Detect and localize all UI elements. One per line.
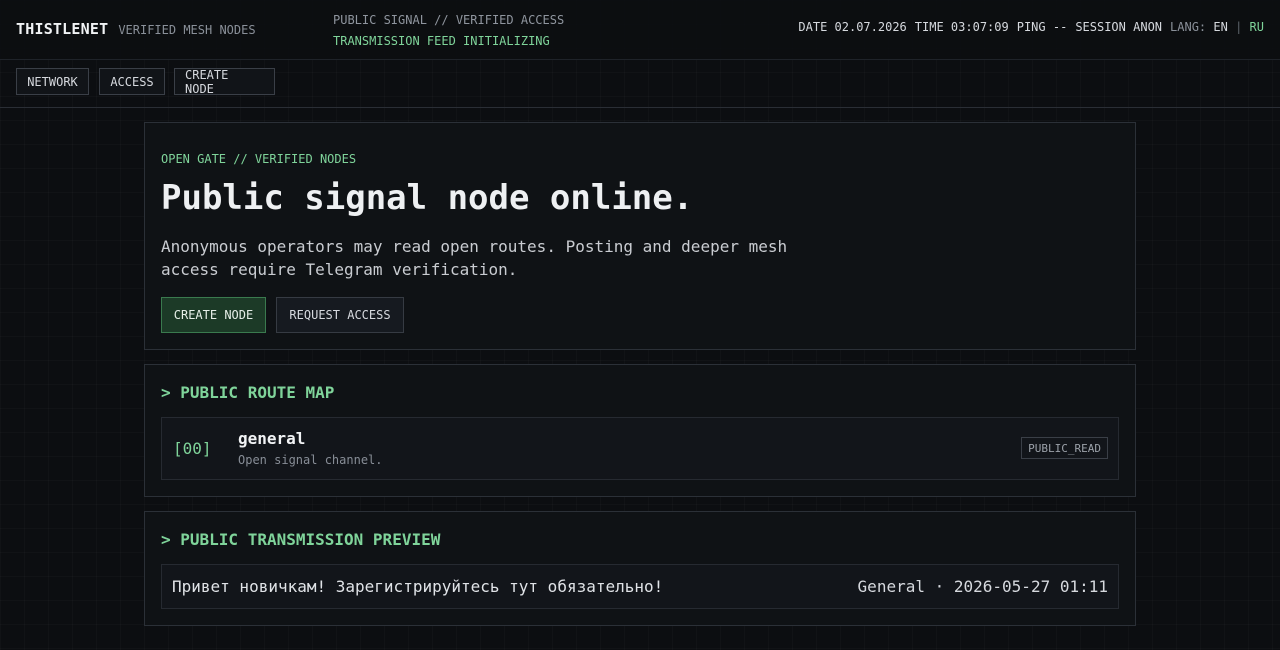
nav-access-button[interactable]: ACCESS bbox=[99, 68, 165, 95]
brand-subtitle: VERIFIED MESH NODES bbox=[118, 23, 256, 37]
date-display: DATE 02.07.2026 bbox=[798, 20, 907, 34]
transmission-text: Привет новичкам! Зарегистрируйтесь тут о… bbox=[172, 577, 664, 596]
page-title: Public signal node online. bbox=[161, 178, 694, 218]
route-map-title: > PUBLIC ROUTE MAP bbox=[161, 383, 335, 402]
nav-network-button[interactable]: NETWORK bbox=[16, 68, 89, 95]
signal-status: PUBLIC SIGNAL // VERIFIED ACCESS TRANSMI… bbox=[333, 10, 564, 52]
transmission-meta: General · 2026-05-27 01:11 bbox=[857, 577, 1108, 596]
hero-kicker: OPEN GATE // VERIFIED NODES bbox=[161, 152, 357, 166]
session-status: DATE 02.07.2026 TIME 03:07:09 PING -- SE… bbox=[798, 20, 1264, 34]
route-description: Open signal channel. bbox=[238, 453, 383, 467]
route-name[interactable]: general bbox=[238, 429, 305, 448]
transmission-preview-panel: > PUBLIC TRANSMISSION PREVIEW Привет нов… bbox=[144, 511, 1136, 626]
transmission-item[interactable]: Привет новичкам! Зарегистрируйтесь тут о… bbox=[161, 564, 1119, 609]
signal-line-access: PUBLIC SIGNAL // VERIFIED ACCESS bbox=[333, 13, 565, 27]
signal-line-feed: TRANSMISSION FEED INITIALIZING bbox=[333, 34, 550, 48]
language-ru-link[interactable]: RU bbox=[1250, 20, 1264, 34]
route-access-badge: PUBLIC_READ bbox=[1021, 437, 1108, 459]
language-separator: | bbox=[1235, 20, 1243, 34]
transmission-preview-title: > PUBLIC TRANSMISSION PREVIEW bbox=[161, 530, 441, 549]
route-index: [00] bbox=[173, 439, 212, 458]
session-display: SESSION ANON bbox=[1075, 20, 1163, 34]
create-node-button[interactable]: CREATE NODE bbox=[161, 297, 266, 333]
nav-bar: NETWORK ACCESS CREATE NODE bbox=[0, 60, 1280, 108]
ping-display: PING -- bbox=[1016, 20, 1068, 34]
top-bar: THISTLENET VERIFIED MESH NODES PUBLIC SI… bbox=[0, 0, 1280, 60]
language-switcher: LANG: EN | RU bbox=[1170, 20, 1264, 34]
hero-description: Anonymous operators may read open routes… bbox=[161, 237, 788, 279]
route-item[interactable]: [00] general Open signal channel. PUBLIC… bbox=[161, 417, 1119, 480]
nav-create-node-button[interactable]: CREATE NODE bbox=[174, 68, 275, 96]
brand-logo-text[interactable]: THISTLENET bbox=[16, 20, 108, 38]
hero-panel: OPEN GATE // VERIFIED NODES Public signa… bbox=[144, 122, 1136, 350]
route-map-panel: > PUBLIC ROUTE MAP [00] general Open sig… bbox=[144, 364, 1136, 497]
language-label: LANG: bbox=[1170, 20, 1207, 34]
time-display: TIME 03:07:09 bbox=[914, 20, 1009, 34]
request-access-button[interactable]: REQUEST ACCESS bbox=[276, 297, 404, 333]
language-en-link[interactable]: EN bbox=[1213, 20, 1227, 34]
brand: THISTLENET VERIFIED MESH NODES bbox=[16, 20, 256, 38]
